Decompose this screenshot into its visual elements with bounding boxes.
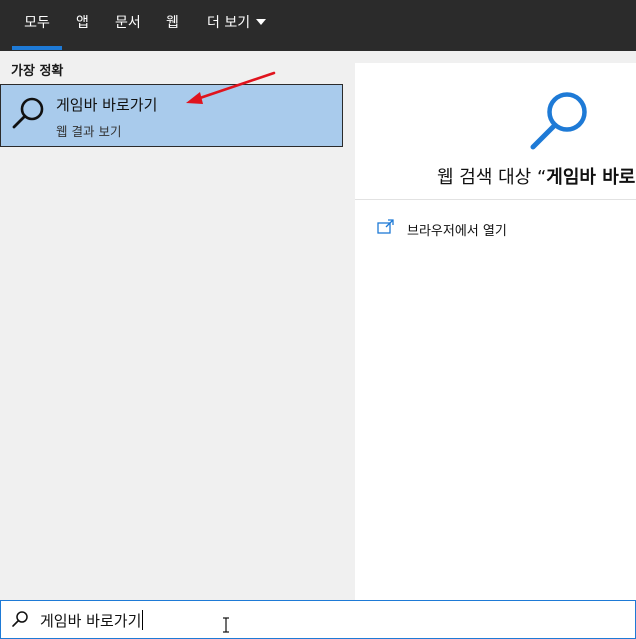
best-match-item[interactable]: 게임바 바로가기 웹 결과 보기 (0, 84, 343, 147)
tab-more-label: 더 보기 (207, 15, 251, 31)
divider (355, 199, 636, 200)
search-icon (12, 611, 28, 627)
tab-web[interactable]: 웹 (166, 0, 179, 48)
chevron-down-icon (256, 19, 267, 25)
search-icon (12, 97, 44, 129)
web-search-heading: 웹 검색 대상 “게임바 바로 (437, 163, 635, 189)
text-cursor-icon (223, 617, 229, 633)
best-match-title: 게임바 바로가기 (56, 96, 158, 114)
search-box[interactable]: 게임바 바로가기 (0, 600, 636, 639)
web-search-query: 게임바 바로 (546, 167, 636, 188)
top-tab-bar: 모두 앱 문서 웹 더 보기 (0, 0, 636, 51)
search-icon (530, 92, 587, 150)
results-panel: 가장 정확 게임바 바로가기 웹 결과 보기 (0, 51, 343, 600)
search-input[interactable]: 게임바 바로가기 (40, 610, 144, 631)
open-in-browser-label: 브라우저에서 열기 (407, 224, 507, 239)
tab-more[interactable]: 더 보기 (207, 0, 267, 48)
text-caret (142, 610, 144, 630)
open-external-icon (377, 219, 394, 234)
tab-apps[interactable]: 앱 (76, 0, 89, 48)
tab-all[interactable]: 모두 (12, 0, 62, 50)
preview-panel: 웹 검색 대상 “게임바 바로 브라우저에서 열기 (355, 63, 636, 600)
best-match-heading: 가장 정확 (11, 64, 64, 79)
search-input-value: 게임바 바로가기 (40, 612, 142, 630)
tab-documents[interactable]: 문서 (115, 0, 141, 48)
best-match-subtitle: 웹 결과 보기 (56, 124, 122, 139)
web-search-heading-prefix: 웹 검색 대상 “ (437, 167, 547, 188)
